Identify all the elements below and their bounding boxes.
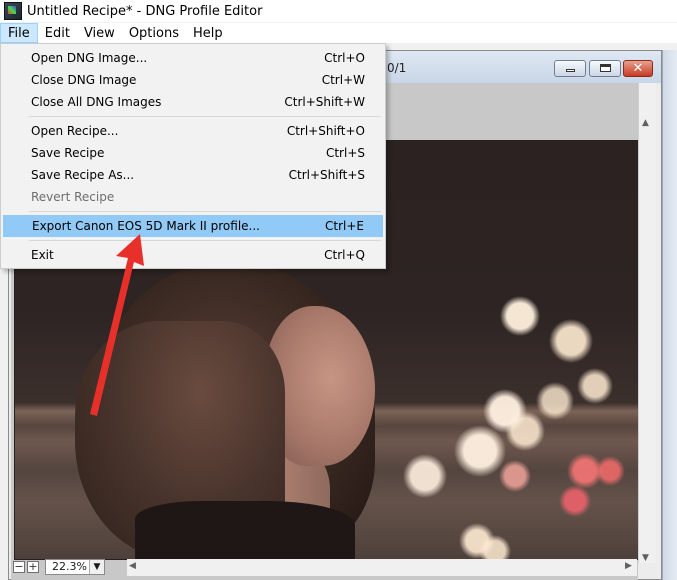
zoom-level-value: 22.3% — [52, 560, 87, 573]
menu-item-open-recipe[interactable]: Open Recipe... Ctrl+Shift+O — [3, 120, 383, 142]
scroll-up-icon[interactable]: ▲ — [642, 118, 649, 128]
menu-view[interactable]: View — [77, 23, 122, 43]
menu-item-save-recipe[interactable]: Save Recipe Ctrl+S — [3, 142, 383, 164]
minimize-icon — [566, 69, 575, 72]
close-icon: ✕ — [632, 61, 644, 76]
vertical-scrollbar[interactable]: ▲ ▼ — [638, 83, 656, 563]
menu-bar: File Edit View Options Help — [0, 23, 677, 43]
scroll-right-icon[interactable]: ▶ — [625, 561, 632, 571]
menu-edit[interactable]: Edit — [38, 23, 77, 43]
close-button[interactable]: ✕ — [623, 60, 653, 77]
menu-item-export-profile[interactable]: Export Canon EOS 5D Mark II profile... C… — [3, 215, 383, 237]
horizontal-scrollbar[interactable]: ◀ ▶ — [127, 559, 637, 576]
scroll-down-icon[interactable]: ▼ — [642, 553, 649, 563]
photo-clothing — [135, 501, 355, 559]
menu-item-save-recipe-as[interactable]: Save Recipe As... Ctrl+Shift+S — [3, 164, 383, 186]
menu-item-exit[interactable]: Exit Ctrl+Q — [3, 244, 383, 266]
menu-file[interactable]: File — [0, 23, 38, 43]
scroll-left-icon[interactable]: ◀ — [129, 561, 136, 571]
maximize-icon — [600, 64, 611, 72]
dng-profile-editor-icon — [4, 2, 22, 20]
window-title: Untitled Recipe* - DNG Profile Editor — [27, 3, 263, 19]
menu-help[interactable]: Help — [186, 23, 230, 43]
menu-item-close-dng-image[interactable]: Close DNG Image Ctrl+W — [3, 69, 383, 91]
background-window-edge — [662, 50, 677, 580]
menu-separator — [29, 116, 381, 117]
chevron-down-icon[interactable]: ▼ — [89, 560, 104, 574]
zoom-level-select[interactable]: 22.3% ▼ — [45, 559, 105, 575]
menu-separator — [29, 211, 381, 212]
menu-item-open-dng-image[interactable]: Open DNG Image... Ctrl+O — [3, 47, 383, 69]
document-title: 0/1 — [387, 61, 407, 75]
menu-item-revert-recipe: Revert Recipe — [31, 190, 115, 204]
zoom-controls: − + 22.3% ▼ — [13, 558, 105, 576]
window-titlebar: Untitled Recipe* - DNG Profile Editor — [0, 0, 677, 22]
app-root: Untitled Recipe* - DNG Profile Editor Fi… — [0, 0, 677, 580]
zoom-out-button[interactable]: − — [13, 561, 25, 573]
maximize-button[interactable] — [589, 60, 621, 77]
minimize-button[interactable] — [554, 60, 586, 77]
file-menu-dropdown: Open DNG Image... Ctrl+O Close DNG Image… — [0, 43, 386, 269]
zoom-in-button[interactable]: + — [27, 561, 39, 573]
menu-separator — [29, 240, 381, 241]
menu-options[interactable]: Options — [122, 23, 186, 43]
menu-item-close-all-dng-images[interactable]: Close All DNG Images Ctrl+Shift+W — [3, 91, 383, 113]
